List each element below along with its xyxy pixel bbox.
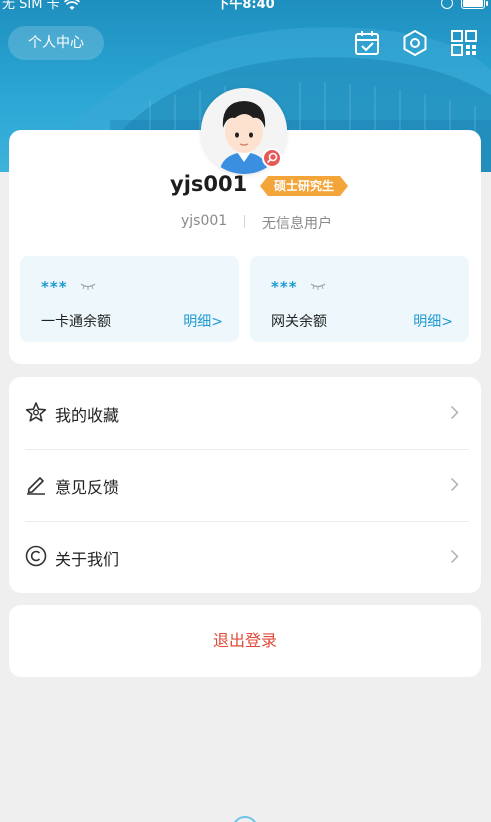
menu-item-about[interactable]: 关于我们 <box>9 521 481 593</box>
menu-item-label: 关于我们 <box>55 550 120 569</box>
gateway-balance-value: *** <box>271 278 298 296</box>
status-right <box>441 0 488 9</box>
logout-button[interactable]: 退出登录 <box>9 605 481 677</box>
avatar-badge-icon <box>262 148 282 168</box>
chevron-right-icon <box>450 477 459 492</box>
personal-center-button[interactable]: 个人中心 <box>8 26 104 60</box>
account-id: yjs001 <box>181 213 228 229</box>
eye-closed-icon[interactable] <box>310 282 326 290</box>
menu-item-favorites[interactable]: 我的收藏 <box>9 377 481 449</box>
search-icon <box>266 152 278 164</box>
menu-item-feedback[interactable]: 意见反馈 <box>9 449 481 521</box>
eye-closed-icon[interactable] <box>80 282 96 290</box>
card-balance-value: *** <box>41 278 68 296</box>
card-balance-detail-link[interactable]: 明细> <box>183 311 223 331</box>
card-balance-panel[interactable]: *** 一卡通余额 明细> <box>20 256 239 342</box>
card-balance-label: 一卡通余额 <box>41 314 111 330</box>
status-bar: 无 SIM 卡 下午8:40 <box>0 0 491 16</box>
star-outline-icon <box>25 402 47 422</box>
menu-item-label: 我的收藏 <box>55 406 120 425</box>
chevron-right-icon <box>450 405 459 420</box>
orientation-lock-icon <box>441 0 453 9</box>
gateway-balance-label: 网关余额 <box>271 314 327 330</box>
menu-item-label: 意见反馈 <box>55 478 120 497</box>
pencil-icon <box>27 477 45 495</box>
copyright-icon <box>25 545 47 567</box>
gateway-balance-panel[interactable]: *** 网关余额 明细> <box>250 256 469 342</box>
divider <box>244 215 245 228</box>
menu-card: 我的收藏 意见反馈 关于我们 <box>9 377 481 593</box>
chevron-right-icon <box>450 549 459 564</box>
battery-icon <box>461 0 488 9</box>
settings-hexagon-icon[interactable] <box>401 29 429 57</box>
qr-scan-icon[interactable] <box>450 29 478 57</box>
gateway-balance-detail-link[interactable]: 明细> <box>413 311 453 331</box>
tab-bar-icon[interactable] <box>232 816 258 822</box>
calendar-check-icon[interactable] <box>353 29 381 57</box>
username: yjs001 <box>170 172 248 196</box>
degree-badge: 硕士研究生 <box>260 176 348 196</box>
status-time: 下午8:40 <box>216 0 275 12</box>
user-info-text: 无信息用户 <box>262 216 332 232</box>
